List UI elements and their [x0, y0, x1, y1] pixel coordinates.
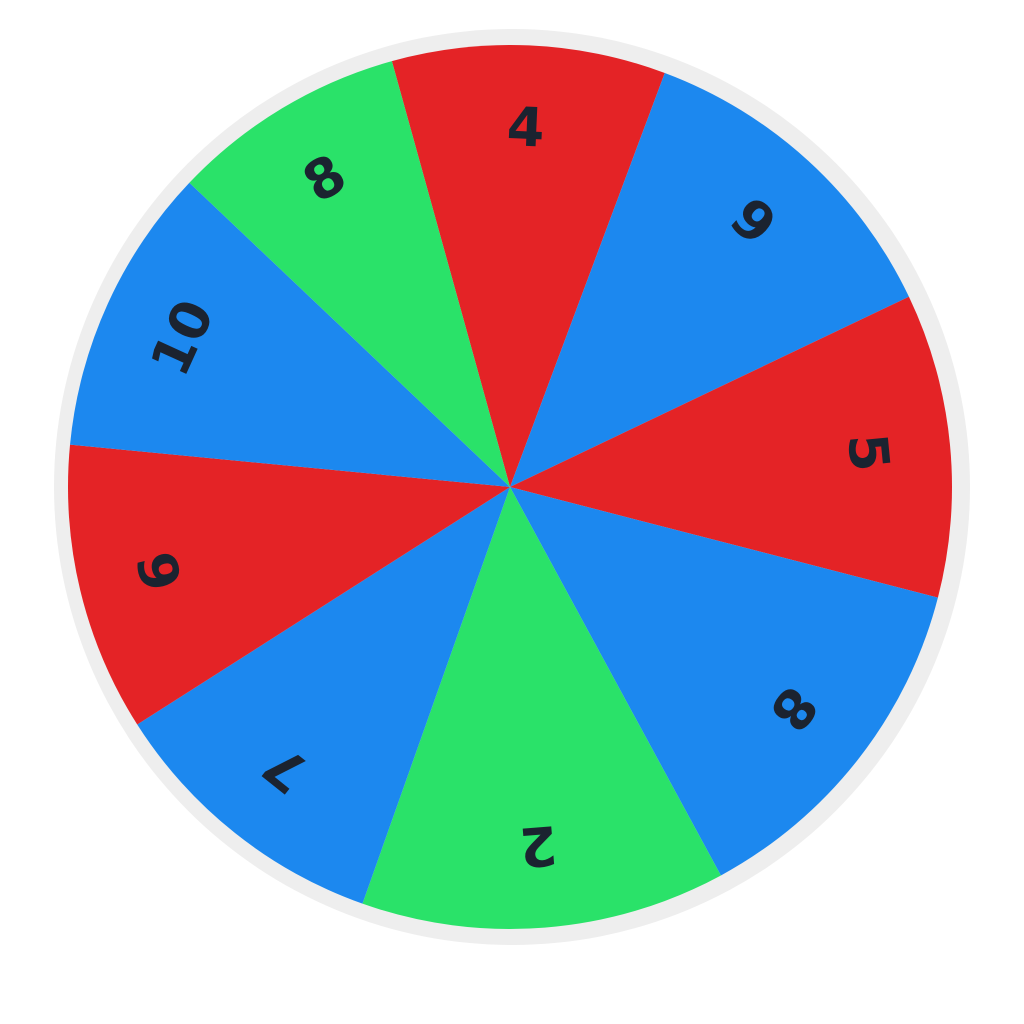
segment-label: 5	[835, 431, 901, 474]
segment-label: 2	[517, 813, 559, 879]
segment-label: 4	[506, 95, 546, 160]
wheel-segments[interactable]	[67, 45, 952, 930]
spinner-wheel[interactable]: 4 9 5 8 2 7 6 10 8	[0, 0, 1024, 1024]
wheel-graphic[interactable]: 4958276108	[0, 0, 1024, 1024]
